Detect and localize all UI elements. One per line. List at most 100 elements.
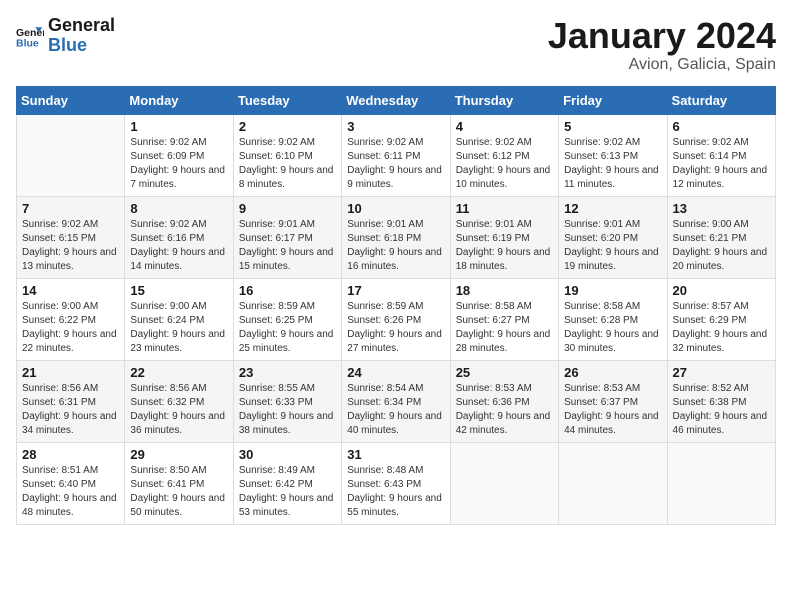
calendar-cell: 20 Sunrise: 8:57 AMSunset: 6:29 PMDayligh… (667, 278, 775, 360)
day-info: Sunrise: 8:52 AMSunset: 6:38 PMDaylight:… (673, 382, 770, 438)
svg-text:Blue: Blue (16, 37, 39, 49)
calendar-cell: 27 Sunrise: 8:52 AMSunset: 6:38 PMDayligh… (667, 360, 775, 442)
day-header-tuesday: Tuesday (233, 86, 341, 114)
day-number: 24 (347, 365, 444, 380)
calendar-cell (667, 442, 775, 524)
calendar-cell: 30Sunrise: 8:49 AMSunset: 6:42 PMDayligh… (233, 442, 341, 524)
day-info: Sunrise: 8:53 AMSunset: 6:37 PMDaylight:… (564, 382, 661, 438)
day-info: Sunrise: 8:59 AMSunset: 6:26 PMDaylight:… (347, 300, 444, 356)
calendar-cell: 19 Sunrise: 8:58 AMSunset: 6:28 PMDayligh… (559, 278, 667, 360)
day-number: 21 (22, 365, 119, 380)
calendar-cell: 2Sunrise: 9:02 AMSunset: 6:10 PMDaylight… (233, 114, 341, 196)
day-info: Sunrise: 9:00 AMSunset: 6:22 PMDaylight:… (22, 300, 119, 356)
calendar-cell: 29 Sunrise: 8:50 AMSunset: 6:41 PMDayligh… (125, 442, 233, 524)
day-number: 27 (673, 365, 770, 380)
day-number: 9 (239, 201, 336, 216)
calendar-week-row: 1 Sunrise: 9:02 AMSunset: 6:09 PMDaylight… (17, 114, 776, 196)
calendar-body: 1 Sunrise: 9:02 AMSunset: 6:09 PMDaylight… (17, 114, 776, 524)
day-info: Sunrise: 8:56 AMSunset: 6:31 PMDaylight:… (22, 382, 119, 438)
calendar-cell: 16Sunrise: 8:59 AMSunset: 6:25 PMDayligh… (233, 278, 341, 360)
day-info: Sunrise: 9:01 AMSunset: 6:17 PMDaylight:… (239, 218, 336, 274)
calendar-cell: 4 Sunrise: 9:02 AMSunset: 6:12 PMDaylight… (450, 114, 558, 196)
day-info: Sunrise: 8:58 AMSunset: 6:27 PMDaylight:… (456, 300, 553, 356)
calendar-cell: 5 Sunrise: 9:02 AMSunset: 6:13 PMDaylight… (559, 114, 667, 196)
calendar-cell: 17 Sunrise: 8:59 AMSunset: 6:26 PMDayligh… (342, 278, 450, 360)
day-info: Sunrise: 8:59 AMSunset: 6:25 PMDaylight:… (239, 300, 336, 356)
calendar-cell (17, 114, 125, 196)
calendar-week-row: 7 Sunrise: 9:02 AMSunset: 6:15 PMDaylight… (17, 196, 776, 278)
day-number: 26 (564, 365, 661, 380)
day-info: Sunrise: 9:02 AMSunset: 6:09 PMDaylight:… (130, 136, 227, 192)
day-number: 19 (564, 283, 661, 298)
day-number: 15 (130, 283, 227, 298)
day-info: Sunrise: 9:02 AMSunset: 6:11 PMDaylight:… (347, 136, 444, 192)
day-info: Sunrise: 9:01 AMSunset: 6:20 PMDaylight:… (564, 218, 661, 274)
title-block: January 2024 Avion, Galicia, Spain (548, 16, 776, 74)
day-number: 29 (130, 447, 227, 462)
day-info: Sunrise: 9:00 AMSunset: 6:24 PMDaylight:… (130, 300, 227, 356)
logo-text: GeneralBlue (48, 16, 115, 56)
day-info: Sunrise: 8:58 AMSunset: 6:28 PMDaylight:… (564, 300, 661, 356)
calendar-cell: 26 Sunrise: 8:53 AMSunset: 6:37 PMDayligh… (559, 360, 667, 442)
day-info: Sunrise: 8:55 AMSunset: 6:33 PMDaylight:… (239, 382, 336, 438)
day-number: 28 (22, 447, 119, 462)
day-number: 12 (564, 201, 661, 216)
day-number: 5 (564, 119, 661, 134)
calendar-cell: 12 Sunrise: 9:01 AMSunset: 6:20 PMDayligh… (559, 196, 667, 278)
day-info: Sunrise: 9:02 AMSunset: 6:16 PMDaylight:… (130, 218, 227, 274)
day-number: 25 (456, 365, 553, 380)
day-number: 17 (347, 283, 444, 298)
calendar-table: SundayMondayTuesdayWednesdayThursdayFrid… (16, 86, 776, 525)
day-info: Sunrise: 8:48 AMSunset: 6:43 PMDaylight:… (347, 464, 444, 520)
day-info: Sunrise: 9:02 AMSunset: 6:15 PMDaylight:… (22, 218, 119, 274)
day-info: Sunrise: 8:50 AMSunset: 6:41 PMDaylight:… (130, 464, 227, 520)
day-header-friday: Friday (559, 86, 667, 114)
day-info: Sunrise: 9:01 AMSunset: 6:18 PMDaylight:… (347, 218, 444, 274)
day-info: Sunrise: 8:56 AMSunset: 6:32 PMDaylight:… (130, 382, 227, 438)
calendar-cell: 21 Sunrise: 8:56 AMSunset: 6:31 PMDayligh… (17, 360, 125, 442)
calendar-cell: 18 Sunrise: 8:58 AMSunset: 6:27 PMDayligh… (450, 278, 558, 360)
day-number: 30 (239, 447, 336, 462)
month-year-title: January 2024 (548, 16, 776, 56)
calendar-cell (559, 442, 667, 524)
day-info: Sunrise: 8:51 AMSunset: 6:40 PMDaylight:… (22, 464, 119, 520)
day-header-saturday: Saturday (667, 86, 775, 114)
calendar-cell (450, 442, 558, 524)
calendar-cell: 23Sunrise: 8:55 AMSunset: 6:33 PMDayligh… (233, 360, 341, 442)
calendar-cell: 15 Sunrise: 9:00 AMSunset: 6:24 PMDayligh… (125, 278, 233, 360)
calendar-cell: 22Sunrise: 8:56 AMSunset: 6:32 PMDayligh… (125, 360, 233, 442)
day-info: Sunrise: 9:02 AMSunset: 6:10 PMDaylight:… (239, 136, 336, 192)
day-number: 6 (673, 119, 770, 134)
day-number: 4 (456, 119, 553, 134)
day-info: Sunrise: 9:02 AMSunset: 6:13 PMDaylight:… (564, 136, 661, 192)
calendar-cell: 9 Sunrise: 9:01 AMSunset: 6:17 PMDaylight… (233, 196, 341, 278)
calendar-cell: 31 Sunrise: 8:48 AMSunset: 6:43 PMDayligh… (342, 442, 450, 524)
day-number: 13 (673, 201, 770, 216)
day-number: 10 (347, 201, 444, 216)
calendar-header-row: SundayMondayTuesdayWednesdayThursdayFrid… (17, 86, 776, 114)
calendar-cell: 10 Sunrise: 9:01 AMSunset: 6:18 PMDayligh… (342, 196, 450, 278)
day-header-sunday: Sunday (17, 86, 125, 114)
calendar-cell: 7 Sunrise: 9:02 AMSunset: 6:15 PMDaylight… (17, 196, 125, 278)
day-info: Sunrise: 9:02 AMSunset: 6:12 PMDaylight:… (456, 136, 553, 192)
day-number: 7 (22, 201, 119, 216)
day-number: 20 (673, 283, 770, 298)
day-number: 8 (130, 201, 227, 216)
calendar-week-row: 28 Sunrise: 8:51 AMSunset: 6:40 PMDayligh… (17, 442, 776, 524)
calendar-cell: 1 Sunrise: 9:02 AMSunset: 6:09 PMDaylight… (125, 114, 233, 196)
calendar-week-row: 21 Sunrise: 8:56 AMSunset: 6:31 PMDayligh… (17, 360, 776, 442)
day-number: 18 (456, 283, 553, 298)
calendar-cell: 13Sunrise: 9:00 AMSunset: 6:21 PMDayligh… (667, 196, 775, 278)
day-number: 31 (347, 447, 444, 462)
day-number: 1 (130, 119, 227, 134)
day-number: 14 (22, 283, 119, 298)
location-subtitle: Avion, Galicia, Spain (548, 56, 776, 74)
day-info: Sunrise: 8:54 AMSunset: 6:34 PMDaylight:… (347, 382, 444, 438)
calendar-cell: 14 Sunrise: 9:00 AMSunset: 6:22 PMDayligh… (17, 278, 125, 360)
calendar-cell: 6Sunrise: 9:02 AMSunset: 6:14 PMDaylight… (667, 114, 775, 196)
day-info: Sunrise: 8:57 AMSunset: 6:29 PMDaylight:… (673, 300, 770, 356)
day-header-wednesday: Wednesday (342, 86, 450, 114)
day-info: Sunrise: 8:53 AMSunset: 6:36 PMDaylight:… (456, 382, 553, 438)
calendar-week-row: 14 Sunrise: 9:00 AMSunset: 6:22 PMDayligh… (17, 278, 776, 360)
day-number: 11 (456, 201, 553, 216)
